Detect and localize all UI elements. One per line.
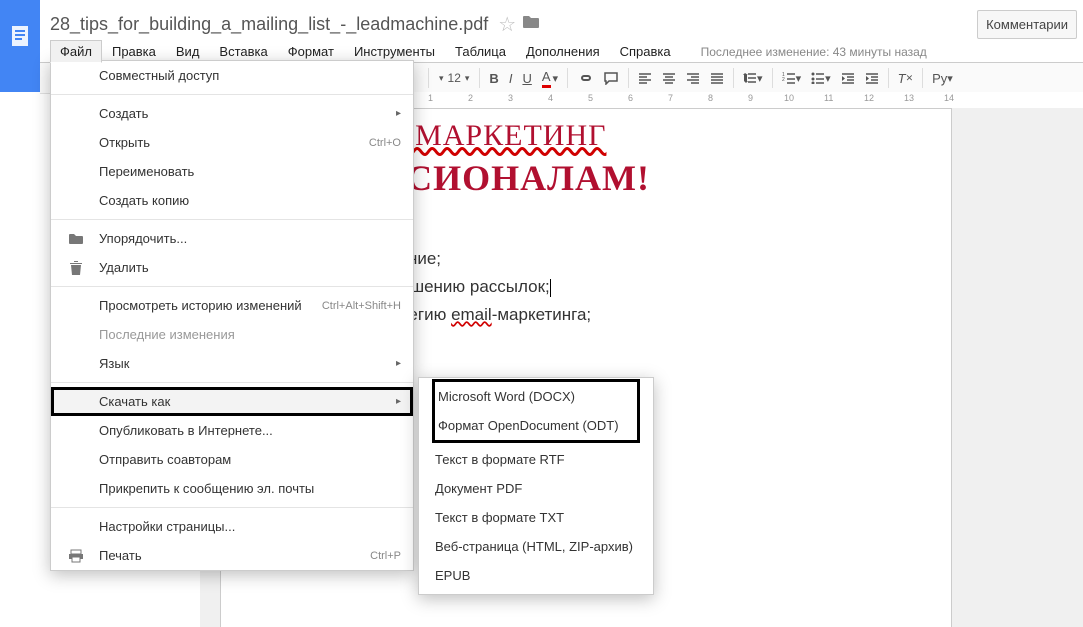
ruler-mark: 9	[748, 93, 753, 103]
spelling-button[interactable]: Ру▾	[927, 67, 958, 89]
ruler-mark: 4	[548, 93, 553, 103]
menu-separator	[51, 382, 413, 383]
submenu-arrow-icon: ▸	[396, 358, 401, 369]
shortcut-label: Ctrl+Alt+Shift+H	[322, 300, 401, 312]
menu-delete[interactable]: Удалить	[51, 253, 413, 282]
menu-page-setup[interactable]: Настройки страницы...	[51, 512, 413, 541]
decrease-indent-button[interactable]	[836, 67, 860, 89]
clear-formatting-button[interactable]: T✕	[893, 67, 919, 89]
file-menu-dropdown: Совместный доступ Создать▸ ОткрытьCtrl+O…	[50, 60, 414, 571]
line-spacing-button[interactable]: ▾	[738, 67, 768, 89]
download-epub[interactable]: EPUB	[419, 561, 653, 590]
menu-help[interactable]: Справка	[610, 40, 681, 63]
download-html[interactable]: Веб-страница (HTML, ZIP-архив)	[419, 532, 653, 561]
comments-button[interactable]: Комментарии	[977, 10, 1077, 39]
menu-revision-history[interactable]: Просмотреть историю измененийCtrl+Alt+Sh…	[51, 291, 413, 320]
folder-icon	[67, 232, 85, 246]
menu-new[interactable]: Создать▸	[51, 99, 413, 128]
menu-separator	[51, 507, 413, 508]
align-justify-button[interactable]	[705, 67, 729, 89]
menu-rename[interactable]: Переименовать	[51, 157, 413, 186]
menu-separator	[51, 219, 413, 220]
submenu-highlight-box: Microsoft Word (DOCX) Формат OpenDocumen…	[432, 379, 640, 443]
last-saved-text: Последнее изменение: 43 минуты назад	[701, 45, 927, 59]
ruler-mark: 2	[468, 93, 473, 103]
ruler-mark: 12	[864, 93, 874, 103]
ruler-mark: 14	[944, 93, 954, 103]
menu-share[interactable]: Совместный доступ	[51, 61, 413, 90]
menu-email-collaborators[interactable]: Отправить соавторам	[51, 445, 413, 474]
download-rtf[interactable]: Текст в формате RTF	[419, 445, 653, 474]
menu-table[interactable]: Таблица	[445, 40, 516, 63]
star-icon[interactable]: ☆	[498, 12, 516, 37]
ruler-mark: 6	[628, 93, 633, 103]
bulleted-list-button[interactable]: ▾	[806, 67, 836, 89]
menu-separator	[51, 94, 413, 95]
ruler-mark: 7	[668, 93, 673, 103]
menu-download-as[interactable]: Скачать как▸	[51, 387, 413, 416]
svg-text:2: 2	[782, 77, 785, 83]
menu-separator	[51, 286, 413, 287]
submenu-arrow-icon: ▸	[396, 396, 401, 407]
font-size-value: 12	[448, 71, 461, 85]
download-as-submenu: Microsoft Word (DOCX) Формат OpenDocumen…	[418, 377, 654, 595]
ruler-mark: 8	[708, 93, 713, 103]
menu-open[interactable]: ОткрытьCtrl+O	[51, 128, 413, 157]
italic-button[interactable]: I	[504, 67, 518, 89]
link-button[interactable]	[572, 67, 598, 89]
print-icon	[67, 549, 85, 563]
folder-icon[interactable]	[522, 14, 540, 35]
ruler-mark: 13	[904, 93, 914, 103]
download-pdf[interactable]: Документ PDF	[419, 474, 653, 503]
ruler-mark: 1	[428, 93, 433, 103]
submenu-arrow-icon: ▸	[396, 108, 401, 119]
menu-publish[interactable]: Опубликовать в Интернете...	[51, 416, 413, 445]
download-docx[interactable]: Microsoft Word (DOCX)	[435, 382, 637, 411]
text-color-button[interactable]: A▾	[537, 67, 563, 89]
ruler-mark: 11	[824, 93, 833, 103]
bold-button[interactable]: B	[484, 67, 503, 89]
menu-organize[interactable]: Упорядочить...	[51, 224, 413, 253]
font-size-selector[interactable]: ▾ 12 ▾	[433, 67, 475, 89]
shortcut-label: Ctrl+P	[370, 550, 401, 562]
shortcut-label: Ctrl+O	[369, 137, 401, 149]
trash-icon	[67, 260, 85, 276]
ruler-mark: 3	[508, 93, 513, 103]
align-right-button[interactable]	[681, 67, 705, 89]
ruler-mark: 5	[588, 93, 593, 103]
download-txt[interactable]: Текст в формате TXT	[419, 503, 653, 532]
menu-make-copy[interactable]: Создать копию	[51, 186, 413, 215]
align-center-button[interactable]	[657, 67, 681, 89]
menu-addons[interactable]: Дополнения	[516, 40, 610, 63]
menu-print[interactable]: ПечатьCtrl+P	[51, 541, 413, 570]
title-row: 28_tips_for_building_a_mailing_list_-_le…	[50, 12, 963, 37]
download-odt[interactable]: Формат OpenDocument (ODT)	[435, 411, 637, 440]
comment-button[interactable]	[598, 67, 624, 89]
increase-indent-button[interactable]	[860, 67, 884, 89]
align-left-button[interactable]	[633, 67, 657, 89]
underline-button[interactable]: U	[517, 67, 536, 89]
menu-recent-changes: Последние изменения	[51, 320, 413, 349]
ruler-mark: 10	[784, 93, 794, 103]
docs-logo[interactable]	[0, 0, 40, 92]
document-title[interactable]: 28_tips_for_building_a_mailing_list_-_le…	[50, 14, 498, 35]
menu-email-attachment[interactable]: Прикрепить к сообщению эл. почты	[51, 474, 413, 503]
numbered-list-button[interactable]: 12▾	[777, 67, 807, 89]
menu-language[interactable]: Язык▸	[51, 349, 413, 378]
menu-file[interactable]: Файл	[50, 40, 102, 63]
app-root: 28_tips_for_building_a_mailing_list_-_le…	[0, 0, 1083, 627]
